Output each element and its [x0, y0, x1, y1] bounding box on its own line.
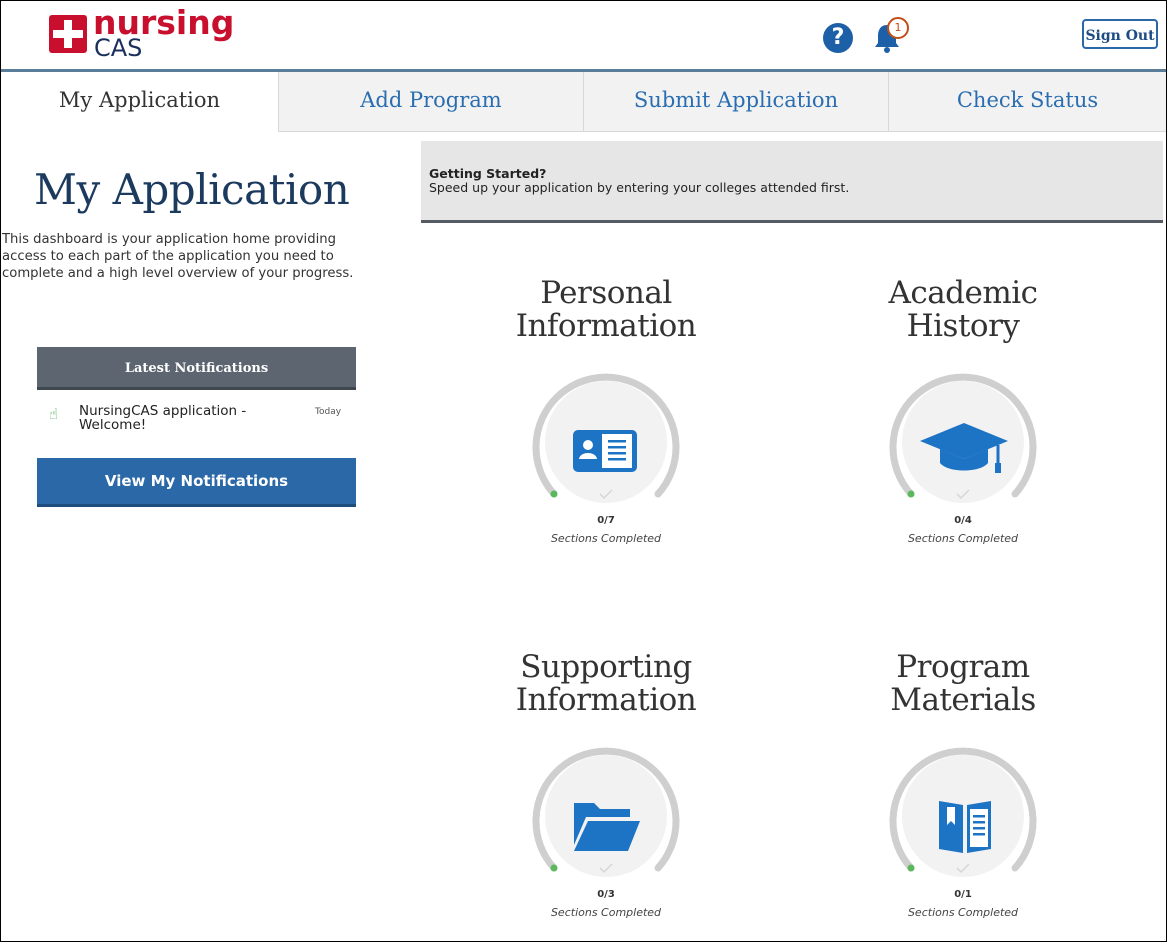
graduation-cap-icon — [920, 423, 1008, 473]
section-progress: 0/4 — [954, 515, 972, 526]
page-title: My Application — [34, 165, 350, 214]
question-circle-icon[interactable]: ? — [823, 23, 853, 53]
notification-count-badge: 1 — [887, 17, 909, 39]
sign-out-button[interactable]: Sign Out — [1082, 19, 1158, 49]
section-card-supporting-information[interactable]: Supporting Information 0/3 Sections Comp… — [476, 649, 736, 941]
app-frame: nursing CAS ? 1 Sign Out My Application … — [0, 0, 1167, 942]
sections-completed-label: Sections Completed — [550, 532, 662, 545]
logo-cross-icon — [49, 15, 87, 53]
book-icon — [939, 801, 991, 853]
section-progress: 0/3 — [597, 889, 615, 900]
section-title: Supporting Information — [515, 649, 697, 718]
section-progress: 0/7 — [597, 515, 615, 526]
notifications-heading: Latest Notifications — [37, 347, 356, 390]
section-title: Academic History — [888, 275, 1038, 344]
tab-submit-application[interactable]: Submit Application — [583, 72, 888, 132]
banner-title: Getting Started? — [429, 166, 547, 181]
nursingcas-logo[interactable]: nursing CAS — [41, 5, 241, 65]
view-notifications-button[interactable]: View My Notifications — [37, 458, 356, 507]
sections-completed-label: Sections Completed — [907, 532, 1019, 545]
section-progress: 0/1 — [954, 889, 972, 900]
section-card-personal-information[interactable]: Personal Information 0/7 Sections Comple… — [476, 277, 736, 587]
banner-text: Speed up your application by entering yo… — [429, 180, 850, 195]
section-title: Program Materials — [890, 649, 1036, 718]
logo-text-cas: CAS — [94, 34, 143, 62]
tab-add-program[interactable]: Add Program — [278, 72, 583, 132]
folder-open-icon — [574, 803, 640, 851]
hand-point-icon: ☝ — [49, 405, 59, 423]
sections-completed-label: Sections Completed — [907, 906, 1019, 919]
section-card-academic-history[interactable]: Academic History 0/4 Sections Completed — [833, 277, 1093, 587]
notification-text: NursingCAS application - Welcome! — [79, 403, 247, 433]
main-tabs: My Application Add Program Submit Applic… — [1, 72, 1166, 132]
top-header: nursing CAS ? 1 Sign Out — [1, 1, 1166, 72]
id-card-icon — [573, 430, 637, 472]
tab-check-status[interactable]: Check Status — [888, 72, 1166, 132]
page-description: This dashboard is your application home … — [2, 232, 354, 281]
getting-started-banner: Getting Started? Speed up your applicati… — [421, 141, 1163, 223]
section-title: Personal Information — [515, 275, 697, 344]
tab-my-application[interactable]: My Application — [1, 72, 278, 132]
notifications-panel: Latest Notifications ☝ NursingCAS applic… — [37, 347, 356, 507]
notification-date: Today — [315, 407, 342, 417]
section-card-program-materials[interactable]: Program Materials 0/1 Sections Completed — [833, 649, 1093, 941]
sections-completed-label: Sections Completed — [550, 906, 662, 919]
notification-item[interactable]: ☝ NursingCAS application - Welcome! Toda… — [37, 390, 356, 458]
